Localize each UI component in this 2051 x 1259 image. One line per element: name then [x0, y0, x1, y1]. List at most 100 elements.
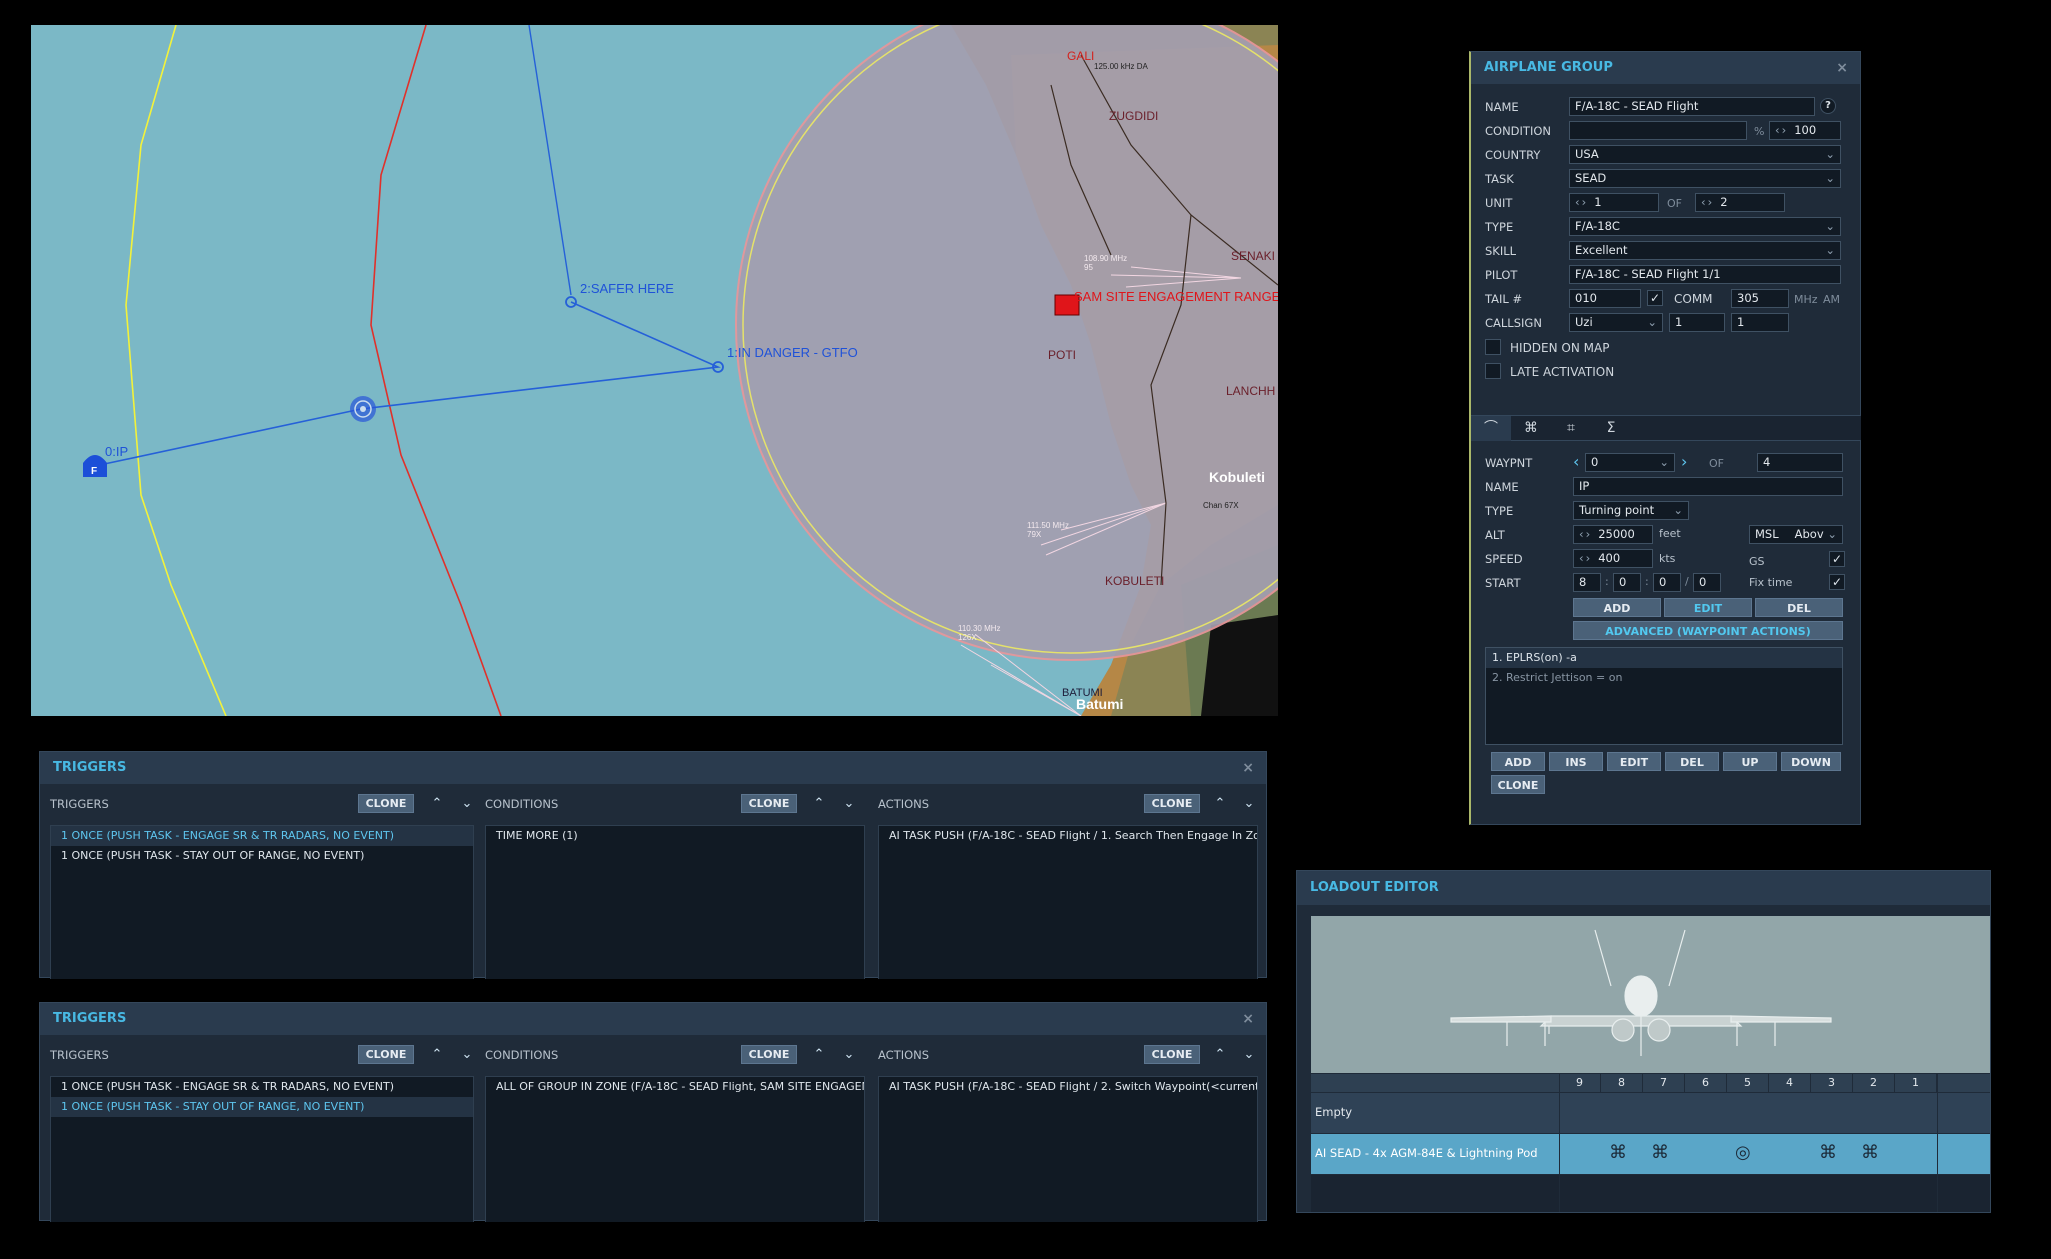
move-up-icon[interactable]: ⌃ [1211, 1045, 1229, 1064]
pilot-field[interactable]: F/A-18C - SEAD Flight 1/1 [1569, 265, 1841, 284]
waypoint-total-field[interactable]: 4 [1757, 453, 1843, 472]
action-edit-button[interactable]: EDIT [1607, 752, 1661, 771]
move-down-icon[interactable]: ⌄ [1240, 1045, 1258, 1064]
list-item[interactable]: TIME MORE (1) [486, 826, 864, 846]
waypoint-select[interactable]: 0 ⌄ [1585, 453, 1675, 472]
move-up-icon[interactable]: ⌃ [428, 1045, 446, 1064]
list-item[interactable]: 1. EPLRS(on) -a [1486, 648, 1842, 668]
action-del-button[interactable]: DEL [1665, 752, 1719, 771]
clone-button[interactable]: CLONE [358, 1045, 414, 1064]
clone-button[interactable]: CLONE [358, 794, 414, 813]
missile-icon[interactable]: ⌘ [1819, 1142, 1837, 1163]
missile-icon[interactable]: ⌘ [1609, 1142, 1627, 1163]
action-clone-button[interactable]: CLONE [1491, 775, 1545, 794]
speed-stepper[interactable]: ‹› 400 [1573, 549, 1653, 568]
late-activation-checkbox[interactable] [1485, 363, 1501, 379]
tail-number-field[interactable]: 010 [1569, 289, 1641, 308]
list-item[interactable]: 1 ONCE (PUSH TASK - ENGAGE SR & TR RADAR… [51, 1077, 473, 1097]
gs-checkbox[interactable]: ✓ [1829, 551, 1845, 567]
move-down-icon[interactable]: ⌄ [840, 794, 858, 813]
list-item[interactable]: ALL OF GROUP IN ZONE (F/A-18C - SEAD Fli… [486, 1077, 864, 1097]
prev-waypoint-icon[interactable]: ‹ [1573, 452, 1579, 471]
move-down-icon[interactable]: ⌄ [458, 794, 476, 813]
waypoint-del-button[interactable]: DEL [1755, 598, 1843, 617]
mission-map[interactable]: 0:IP 2:SAFER HERE 1:IN DANGER - GTFO F S… [31, 25, 1278, 716]
panel-title-bar[interactable]: TRIGGERS × [40, 1003, 1266, 1035]
action-ins-button[interactable]: INS [1549, 752, 1603, 771]
loadout-row[interactable]: Empty [1311, 1093, 1990, 1133]
comm-checkbox[interactable]: ✓ [1647, 290, 1663, 306]
altitude-stepper[interactable]: ‹› 25000 [1573, 525, 1653, 544]
action-add-button[interactable]: ADD [1491, 752, 1545, 771]
spinner-arrows-icon[interactable]: ‹› [1775, 123, 1788, 137]
close-icon[interactable]: × [1836, 52, 1848, 84]
close-icon[interactable]: × [1242, 752, 1254, 784]
close-icon[interactable]: × [1242, 1003, 1254, 1035]
loadout-row-empty[interactable] [1311, 1175, 1990, 1212]
callsign-select[interactable]: Uzi ⌄ [1569, 313, 1663, 332]
tab-properties-icon[interactable]: ⌗ [1551, 416, 1591, 441]
skill-select[interactable]: Excellent ⌄ [1569, 241, 1841, 260]
targeting-pod-icon[interactable]: ◎ [1735, 1142, 1751, 1163]
missile-icon[interactable]: ⌘ [1651, 1142, 1669, 1163]
waypoint-name-field[interactable]: IP [1573, 477, 1843, 496]
type-select[interactable]: F/A-18C ⌄ [1569, 217, 1841, 236]
list-item[interactable]: 1 ONCE (PUSH TASK - ENGAGE SR & TR RADAR… [51, 826, 473, 846]
panel-title-bar[interactable]: TRIGGERS × [40, 752, 1266, 784]
loadout-row-selected[interactable]: AI SEAD - 4x AGM-84E & Lightning Pod ⌘ ⌘… [1311, 1134, 1990, 1174]
condition-field[interactable] [1569, 121, 1747, 140]
action-down-button[interactable]: DOWN [1781, 752, 1841, 771]
move-up-icon[interactable]: ⌃ [1211, 794, 1229, 813]
conditions-list[interactable]: ALL OF GROUP IN ZONE (F/A-18C - SEAD Fli… [485, 1076, 865, 1222]
spinner-arrows-icon[interactable]: ‹› [1575, 195, 1588, 209]
move-up-icon[interactable]: ⌃ [810, 794, 828, 813]
country-select[interactable]: USA ⌄ [1569, 145, 1841, 164]
start-hours[interactable]: 8 [1573, 573, 1601, 592]
list-item[interactable]: AI TASK PUSH (F/A-18C - SEAD Flight / 1.… [879, 826, 1257, 846]
unit-total-stepper[interactable]: ‹› 2 [1695, 193, 1785, 212]
start-day[interactable]: 0 [1693, 573, 1721, 592]
tab-payload-icon[interactable]: ⌘ [1511, 416, 1551, 441]
list-item[interactable]: 1 ONCE (PUSH TASK - STAY OUT OF RANGE, N… [51, 846, 473, 866]
clone-button[interactable]: CLONE [1144, 794, 1200, 813]
waypoint-type-select[interactable]: Turning point ⌄ [1573, 501, 1689, 520]
map-canvas[interactable]: 0:IP 2:SAFER HERE 1:IN DANGER - GTFO F S… [31, 25, 1278, 716]
spinner-arrows-icon[interactable]: ‹› [1579, 551, 1592, 565]
group-name-field[interactable]: F/A-18C - SEAD Flight [1569, 97, 1815, 116]
callsign-number-1[interactable]: 1 [1669, 313, 1725, 332]
triggers-list[interactable]: 1 ONCE (PUSH TASK - ENGAGE SR & TR RADAR… [50, 1076, 474, 1222]
clone-button[interactable]: CLONE [741, 794, 797, 813]
advanced-waypoint-actions-button[interactable]: ADVANCED (WAYPOINT ACTIONS) [1573, 621, 1843, 640]
start-seconds[interactable]: 0 [1653, 573, 1681, 592]
unit-stepper[interactable]: ‹› 1 [1569, 193, 1659, 212]
conditions-list[interactable]: TIME MORE (1) [485, 825, 865, 979]
callsign-number-2[interactable]: 1 [1731, 313, 1789, 332]
pylon-grid[interactable]: 9 8 7 6 5 4 3 2 1 Empty AI SEAD - 4x AGM… [1311, 1074, 1990, 1212]
panel-title-bar[interactable]: AIRPLANE GROUP × [1471, 52, 1860, 84]
panel-title-bar[interactable]: LOADOUT EDITOR [1297, 871, 1990, 905]
spinner-arrows-icon[interactable]: ‹› [1579, 527, 1592, 541]
clone-button[interactable]: CLONE [1144, 1045, 1200, 1064]
spinner-arrows-icon[interactable]: ‹› [1701, 195, 1714, 209]
triggers-list[interactable]: 1 ONCE (PUSH TASK - ENGAGE SR & TR RADAR… [50, 825, 474, 979]
move-down-icon[interactable]: ⌄ [1240, 794, 1258, 813]
task-select[interactable]: SEAD ⌄ [1569, 169, 1841, 188]
list-item[interactable]: 1 ONCE (PUSH TASK - STAY OUT OF RANGE, N… [51, 1097, 473, 1117]
move-down-icon[interactable]: ⌄ [840, 1045, 858, 1064]
actions-list[interactable]: AI TASK PUSH (F/A-18C - SEAD Flight / 2.… [878, 1076, 1258, 1222]
list-item[interactable]: 2. Restrict Jettison = on [1486, 668, 1842, 688]
hidden-on-map-checkbox[interactable] [1485, 339, 1501, 355]
help-button[interactable]: ? [1820, 98, 1836, 114]
move-up-icon[interactable]: ⌃ [810, 1045, 828, 1064]
comm-frequency-field[interactable]: 305 [1731, 289, 1789, 308]
altitude-reference-select[interactable]: MSL Abov ⌄ [1749, 525, 1843, 544]
start-minutes[interactable]: 0 [1613, 573, 1641, 592]
tab-route-icon[interactable]: ⌒ [1471, 416, 1511, 441]
missile-icon[interactable]: ⌘ [1861, 1142, 1879, 1163]
fix-time-checkbox[interactable]: ✓ [1829, 574, 1845, 590]
list-item[interactable]: AI TASK PUSH (F/A-18C - SEAD Flight / 2.… [879, 1077, 1257, 1097]
move-down-icon[interactable]: ⌄ [458, 1045, 476, 1064]
actions-list[interactable]: AI TASK PUSH (F/A-18C - SEAD Flight / 1.… [878, 825, 1258, 979]
condition-probability-field[interactable]: ‹› 100 [1769, 121, 1841, 140]
next-waypoint-icon[interactable]: › [1681, 452, 1687, 471]
